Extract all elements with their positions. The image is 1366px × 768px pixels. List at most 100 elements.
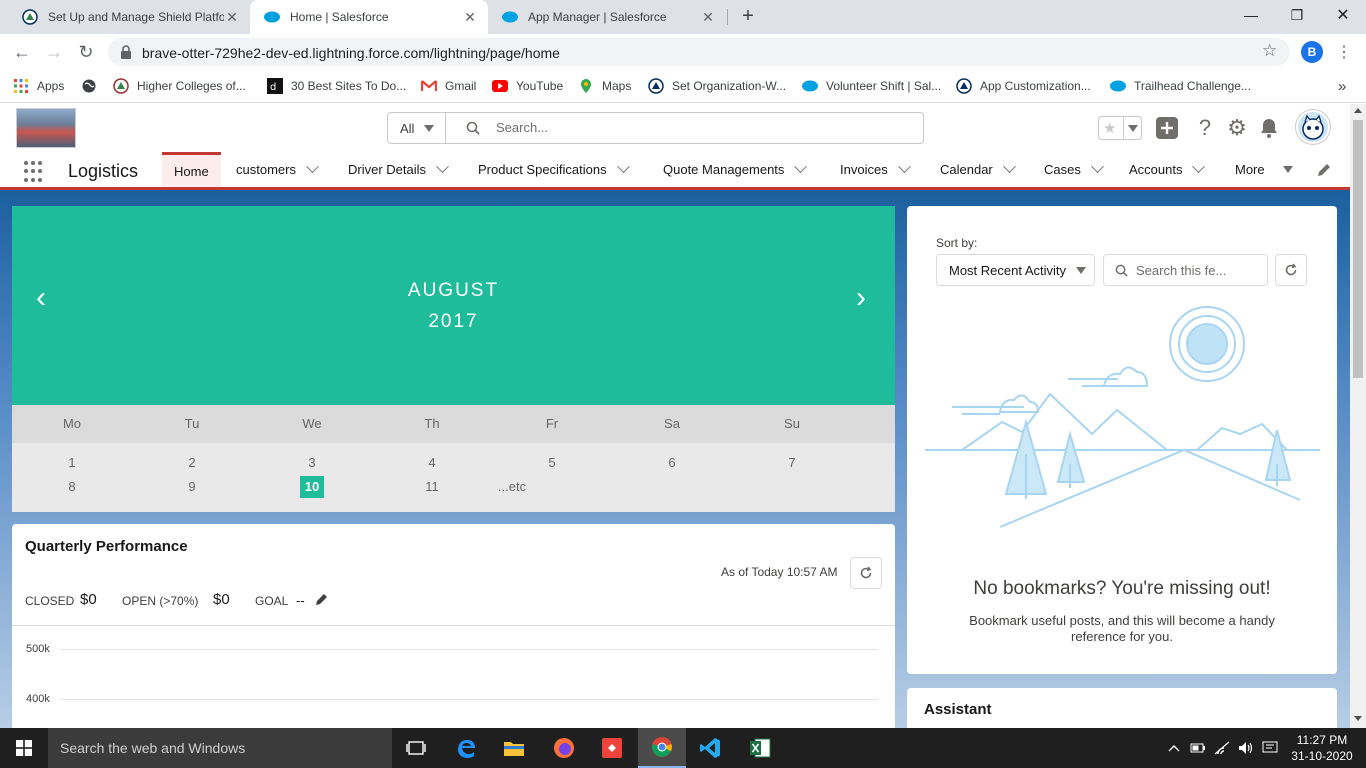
task-view-icon[interactable] bbox=[392, 728, 440, 768]
close-window-icon[interactable]: ✕ bbox=[1320, 0, 1366, 30]
calendar-day[interactable]: 1 bbox=[60, 452, 84, 474]
close-tab-icon[interactable]: ✕ bbox=[224, 9, 240, 26]
calendar-day[interactable]: 6 bbox=[660, 452, 684, 474]
refresh-button[interactable] bbox=[850, 557, 882, 589]
bookmark-apps[interactable]: Apps bbox=[13, 76, 64, 96]
address-bar[interactable]: brave-otter-729he2-dev-ed.lightning.forc… bbox=[108, 38, 1290, 66]
restore-icon[interactable]: ❐ bbox=[1274, 0, 1320, 30]
profile-avatar[interactable]: B bbox=[1301, 41, 1323, 63]
nav-item-calendar[interactable]: Calendar bbox=[940, 152, 1016, 187]
calendar-day[interactable]: 3 bbox=[300, 452, 324, 474]
help-icon[interactable]: ? bbox=[1193, 115, 1217, 140]
feed-search-input[interactable]: Search this fe... bbox=[1103, 254, 1268, 286]
chevron-down-icon[interactable] bbox=[1192, 160, 1206, 174]
bookmark-star-icon[interactable]: ☆ bbox=[1262, 41, 1277, 61]
app-launcher-icon[interactable] bbox=[24, 161, 46, 183]
page-scrollbar[interactable] bbox=[1350, 104, 1366, 728]
bookmark-trailhead-challenge[interactable]: Trailhead Challenge... bbox=[1110, 76, 1251, 96]
global-search[interactable]: All Search... bbox=[387, 112, 924, 144]
anydesk-icon[interactable] bbox=[588, 728, 636, 768]
notifications-bell-icon[interactable] bbox=[1257, 116, 1281, 140]
scroll-up-arrow-icon[interactable] bbox=[1354, 108, 1362, 113]
calendar-day[interactable]: 5 bbox=[540, 452, 564, 474]
search-scope-dropdown[interactable]: All bbox=[388, 113, 446, 143]
trailhead-icon bbox=[648, 78, 664, 94]
calendar-day-today[interactable]: 10 bbox=[300, 476, 324, 498]
calendar-day[interactable]: 4 bbox=[420, 452, 444, 474]
file-explorer-icon[interactable] bbox=[490, 728, 538, 768]
chevron-down-icon[interactable] bbox=[897, 160, 911, 174]
battery-icon[interactable] bbox=[1190, 740, 1206, 756]
taskbar-clock[interactable]: 11:27 PM 31-10-2020 bbox=[1290, 732, 1354, 764]
nav-item-invoices[interactable]: Invoices bbox=[840, 152, 911, 187]
bookmark-volunteer-shift[interactable]: Volunteer Shift | Sal... bbox=[802, 76, 941, 96]
global-actions-icon[interactable] bbox=[1155, 116, 1179, 140]
action-center-icon[interactable] bbox=[1262, 740, 1278, 756]
chevron-down-icon[interactable] bbox=[306, 160, 319, 174]
taskbar-search-box[interactable]: Search the web and Windows bbox=[48, 728, 392, 768]
nav-item-more[interactable]: More bbox=[1235, 152, 1293, 187]
minimize-icon[interactable]: — bbox=[1228, 0, 1274, 30]
browser-tab-shield[interactable]: Set Up and Manage Shield Platfo ✕ bbox=[8, 0, 250, 34]
more-bookmarks-button[interactable]: » bbox=[1338, 76, 1346, 96]
calendar-day[interactable]: 11 bbox=[420, 476, 444, 498]
bookmark-youtube[interactable]: YouTube bbox=[492, 76, 563, 96]
calendar-day[interactable]: 9 bbox=[180, 476, 204, 498]
vscode-icon[interactable] bbox=[686, 728, 734, 768]
chrome-icon[interactable] bbox=[638, 728, 686, 768]
chevron-down-icon[interactable] bbox=[794, 160, 808, 174]
gear-icon[interactable]: ⚙ bbox=[1225, 115, 1249, 140]
nav-item-accounts[interactable]: Accounts bbox=[1129, 152, 1206, 187]
bookmark-globe[interactable] bbox=[81, 76, 105, 96]
nav-item-driver-details[interactable]: Driver Details bbox=[348, 152, 449, 187]
feed-refresh-button[interactable] bbox=[1275, 254, 1307, 286]
calendar-day[interactable]: 2 bbox=[180, 452, 204, 474]
calendar-day[interactable]: 8 bbox=[60, 476, 84, 498]
nav-item-home[interactable]: Home bbox=[162, 152, 221, 187]
reload-icon[interactable]: ↻ bbox=[74, 40, 98, 64]
chevron-down-icon[interactable] bbox=[1090, 160, 1104, 174]
back-icon[interactable]: ← bbox=[10, 40, 34, 64]
bookmark-label: Maps bbox=[602, 79, 632, 93]
calendar-day[interactable]: 7 bbox=[780, 452, 804, 474]
bookmark-maps[interactable]: Maps bbox=[578, 76, 631, 96]
tray-expand-icon[interactable] bbox=[1166, 740, 1182, 756]
close-tab-icon[interactable]: ✕ bbox=[462, 9, 478, 26]
edit-nav-pencil-icon[interactable] bbox=[1316, 162, 1332, 181]
volume-icon[interactable] bbox=[1238, 740, 1254, 756]
chevron-down-icon[interactable] bbox=[1002, 160, 1016, 174]
edge-browser-icon[interactable] bbox=[442, 728, 490, 768]
forward-icon[interactable]: → bbox=[42, 40, 66, 64]
new-tab-button[interactable]: + bbox=[736, 5, 760, 29]
bookmark-30-best-sites[interactable]: d 30 Best Sites To Do... bbox=[267, 76, 406, 96]
favorites-button[interactable]: ★ bbox=[1098, 116, 1142, 140]
close-tab-icon[interactable]: ✕ bbox=[700, 9, 716, 26]
sort-select[interactable]: Most Recent Activity bbox=[936, 254, 1095, 286]
browser-tab-home[interactable]: Home | Salesforce ✕ bbox=[250, 0, 488, 34]
nav-item-quote-managements[interactable]: Quote Managements bbox=[663, 152, 808, 187]
bookmark-higher-colleges[interactable]: Higher Colleges of... bbox=[113, 76, 246, 96]
menu-kebab-icon[interactable]: ⋮ bbox=[1336, 42, 1352, 62]
bookmark-gmail[interactable]: Gmail bbox=[421, 76, 476, 96]
nav-item-cases[interactable]: Cases bbox=[1044, 152, 1104, 187]
excel-icon[interactable] bbox=[736, 728, 784, 768]
windows-start-button[interactable] bbox=[0, 728, 48, 768]
chevron-down-icon[interactable] bbox=[436, 160, 449, 174]
org-logo[interactable] bbox=[16, 108, 76, 148]
search-input[interactable]: Search... bbox=[496, 120, 548, 135]
bookmark-app-customization[interactable]: App Customization... bbox=[956, 76, 1091, 96]
chevron-down-icon[interactable] bbox=[616, 160, 630, 174]
browser-tab-app-manager[interactable]: App Manager | Salesforce ✕ bbox=[488, 0, 726, 34]
user-avatar[interactable] bbox=[1296, 110, 1330, 144]
scroll-down-arrow-icon[interactable] bbox=[1354, 716, 1362, 721]
bookmark-set-organization[interactable]: Set Organization-W... bbox=[648, 76, 786, 96]
firefox-icon[interactable] bbox=[540, 728, 588, 768]
scrollbar-thumb[interactable] bbox=[1353, 120, 1363, 378]
wifi-icon[interactable] bbox=[1214, 740, 1230, 756]
closed-value: $0 bbox=[80, 591, 97, 608]
edit-goal-pencil-icon[interactable] bbox=[315, 592, 329, 609]
maps-icon bbox=[578, 78, 594, 94]
nav-item-customers[interactable]: customers bbox=[236, 152, 319, 187]
nav-item-product-specifications[interactable]: Product Specifications bbox=[478, 152, 630, 187]
next-month-button[interactable]: › bbox=[856, 283, 866, 313]
